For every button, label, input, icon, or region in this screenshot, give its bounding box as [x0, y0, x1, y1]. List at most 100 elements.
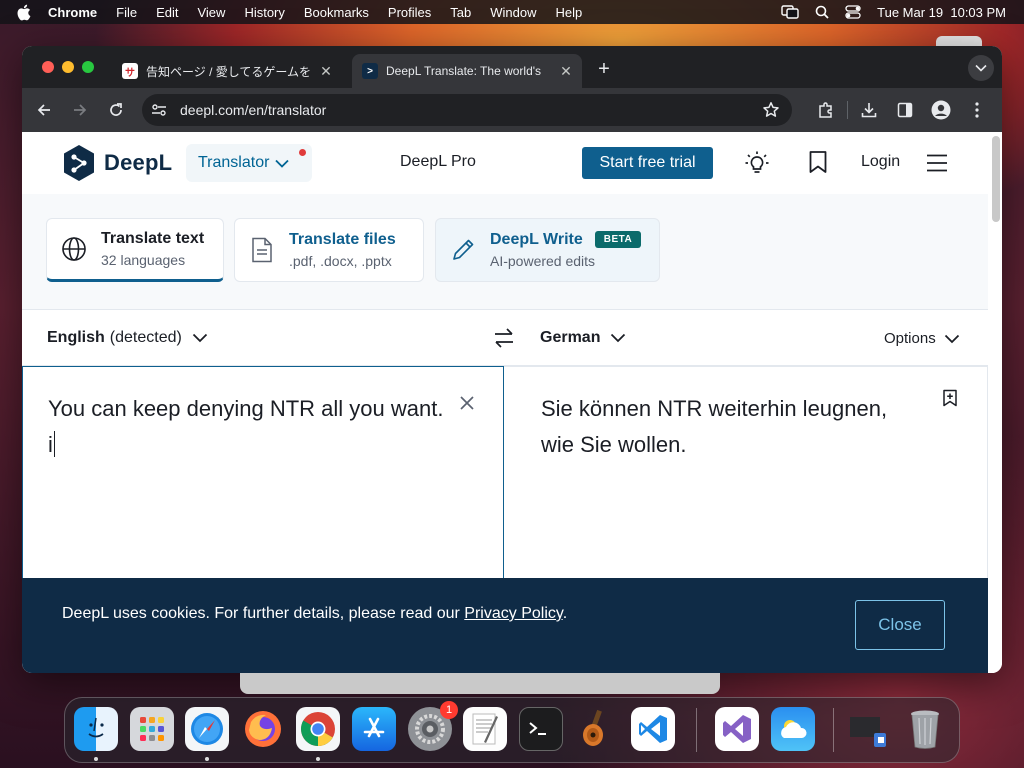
source-text-area[interactable]: You can keep denying NTR all you want. i	[22, 366, 504, 581]
tab-close-icon[interactable]: ✕	[316, 63, 336, 80]
mode-subtitle: 32 languages	[101, 252, 186, 268]
visual-studio-icon[interactable]	[715, 707, 759, 751]
app-store-icon[interactable]	[352, 707, 396, 751]
deepl-logo-icon	[64, 145, 94, 181]
source-language: English	[47, 329, 105, 346]
write-title: DeepL Write	[490, 231, 583, 248]
page-scrollbar[interactable]	[992, 136, 1000, 222]
new-tab-button[interactable]: +	[594, 58, 614, 81]
cookie-close-button[interactable]: Close	[855, 600, 945, 650]
hamburger-menu-icon[interactable]	[926, 154, 948, 177]
menu-bookmarks[interactable]: Bookmarks	[304, 5, 369, 20]
detected-label: (detected)	[109, 329, 182, 346]
tab-title: 告知ページ / 愛してるゲームを	[146, 64, 312, 79]
address-bar[interactable]: deepl.com/en/translator	[142, 94, 792, 126]
menu-file[interactable]: File	[116, 5, 137, 20]
spotlight-search-icon[interactable]	[815, 5, 829, 19]
weather-icon[interactable]	[771, 707, 815, 751]
tab-search-button[interactable]	[968, 55, 994, 81]
profile-avatar-icon[interactable]	[926, 95, 956, 125]
forward-button[interactable]	[62, 92, 98, 128]
window-close-button[interactable]	[42, 61, 54, 73]
background-window-edge	[240, 673, 720, 694]
deepl-write-tab[interactable]: DeepL Write BETA AI-powered edits	[435, 218, 660, 282]
translate-text-tab[interactable]: Translate text 32 languages	[46, 218, 224, 282]
chrome-menu-icon[interactable]	[962, 95, 992, 125]
side-panel-icon[interactable]	[890, 95, 920, 125]
site-info-icon[interactable]	[146, 97, 172, 123]
menu-view[interactable]: View	[197, 5, 225, 20]
url-text: deepl.com/en/translator	[180, 102, 327, 118]
menu-profiles[interactable]: Profiles	[388, 5, 431, 20]
system-settings-icon[interactable]: 1	[408, 701, 458, 751]
toolbar-actions	[811, 94, 992, 126]
privacy-policy-link[interactable]: Privacy Policy	[464, 605, 562, 622]
garageband-icon[interactable]	[575, 707, 619, 751]
bookmark-star-icon[interactable]	[762, 101, 780, 122]
back-arrow-icon	[37, 104, 50, 116]
lightbulb-icon[interactable]	[744, 150, 770, 181]
notification-dot	[299, 149, 306, 156]
translator-dropdown[interactable]: Translator	[186, 144, 312, 182]
chevron-down-icon	[975, 64, 987, 72]
chrome-window: サ 告知ページ / 愛してるゲームを ✕ > DeepL Translate: …	[22, 46, 1002, 673]
terminal-icon[interactable]	[519, 707, 563, 751]
add-to-glossary-icon[interactable]	[942, 389, 958, 412]
macos-dock: 1	[64, 697, 960, 763]
apple-menu-icon[interactable]	[16, 4, 34, 21]
control-center-icon[interactable]	[845, 5, 861, 19]
tab-close-icon[interactable]: ✕	[556, 63, 576, 80]
menu-app-name[interactable]: Chrome	[48, 5, 97, 20]
mode-subtitle: AI-powered edits	[490, 253, 596, 269]
menu-help[interactable]: Help	[556, 5, 583, 20]
tab-deepl-translate[interactable]: > DeepL Translate: The world's ✕	[352, 54, 582, 88]
window-zoom-button[interactable]	[82, 61, 94, 73]
menu-history[interactable]: History	[244, 5, 284, 20]
dock-separator	[696, 708, 697, 752]
menu-tab[interactable]: Tab	[450, 5, 471, 20]
menu-window[interactable]: Window	[490, 5, 536, 20]
swap-languages-icon[interactable]	[492, 327, 516, 354]
translate-files-tab[interactable]: Translate files .pdf, .docx, .pptx	[234, 218, 424, 282]
deepl-logo-text: DeepL	[104, 150, 173, 175]
launchpad-icon[interactable]	[130, 707, 174, 751]
tab-notice-page[interactable]: サ 告知ページ / 愛してるゲームを ✕	[112, 54, 342, 88]
beta-badge: BETA	[594, 231, 642, 248]
vscode-icon[interactable]	[631, 707, 675, 751]
language-bar: English (detected) German Options	[22, 309, 988, 366]
menu-edit[interactable]: Edit	[156, 5, 178, 20]
deepl-pro-link[interactable]: DeepL Pro	[400, 153, 476, 171]
clear-text-icon[interactable]	[459, 395, 475, 416]
menubar-clock[interactable]: Tue Mar 19 10:03 PM	[877, 5, 1006, 20]
target-language: German	[540, 329, 601, 346]
extensions-icon[interactable]	[811, 95, 841, 125]
finder-icon[interactable]	[74, 707, 118, 751]
downloads-stack-icon[interactable]	[847, 707, 891, 751]
firefox-icon[interactable]	[241, 707, 285, 751]
saved-translations-icon[interactable]	[808, 150, 828, 179]
toolbar-divider	[847, 101, 848, 119]
translator-label: Translator	[198, 154, 270, 171]
mode-title: Translate files	[289, 231, 396, 248]
window-minimize-button[interactable]	[62, 61, 74, 73]
reload-button[interactable]	[98, 92, 134, 128]
start-free-trial-button[interactable]: Start free trial	[582, 147, 713, 179]
source-language-selector[interactable]: English (detected)	[47, 329, 208, 347]
text-caret	[53, 431, 56, 457]
chevron-down-icon	[944, 334, 959, 343]
back-button[interactable]	[26, 92, 62, 128]
notification-badge: 1	[440, 701, 458, 719]
tab-strip: サ 告知ページ / 愛してるゲームを ✕ > DeepL Translate: …	[22, 46, 1002, 88]
textedit-icon[interactable]	[463, 707, 507, 751]
options-dropdown[interactable]: Options	[884, 330, 960, 347]
chrome-icon[interactable]	[296, 707, 340, 751]
cookie-suffix: .	[562, 605, 568, 622]
safari-icon[interactable]	[185, 707, 229, 751]
target-language-selector[interactable]: German	[540, 329, 626, 347]
downloads-icon[interactable]	[854, 95, 884, 125]
source-text[interactable]: You can keep denying NTR all you want. i	[48, 391, 448, 463]
deepl-logo[interactable]: DeepL	[62, 144, 172, 182]
trash-icon[interactable]	[903, 707, 947, 751]
screen-mirroring-icon[interactable]	[781, 5, 799, 19]
login-link[interactable]: Login	[861, 153, 900, 171]
